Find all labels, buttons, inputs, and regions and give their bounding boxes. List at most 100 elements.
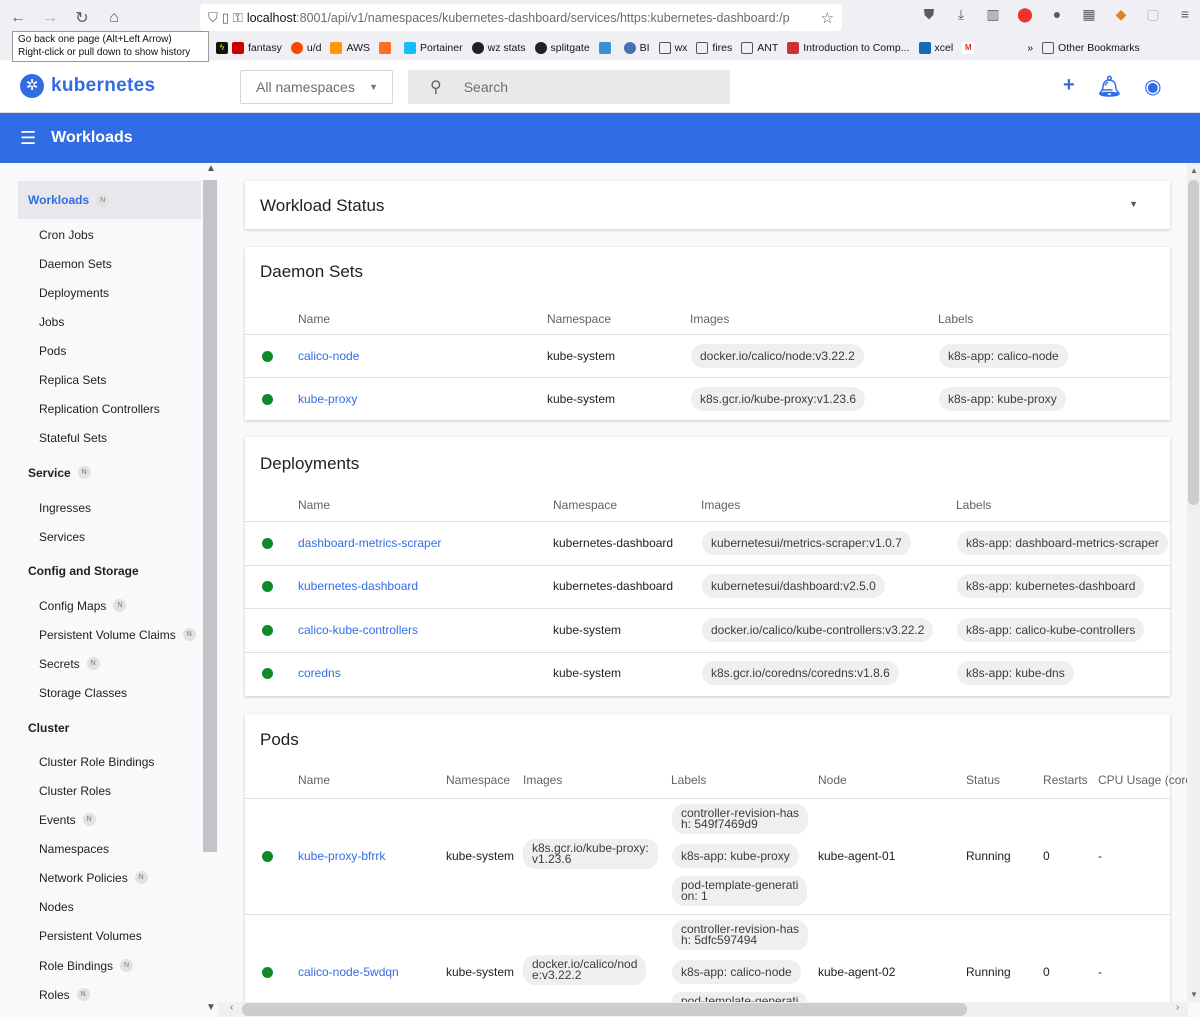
page-scrollbar-thumb[interactable] [1188, 180, 1199, 505]
bookmark-item[interactable]: u/d [290, 42, 321, 54]
sidebar-item[interactable]: Services [39, 522, 85, 551]
other-bookmarks[interactable]: Other Bookmarks [1042, 42, 1140, 54]
sidebar-item[interactable]: Network Policies N [39, 863, 148, 892]
namespace-select[interactable]: All namespaces ▼ [240, 70, 393, 104]
sidebar-item[interactable]: Cluster [28, 713, 69, 742]
sidebar: Workloads N Cron Jobs Daemon Sets Deployment… [0, 163, 218, 1017]
sidebar-item[interactable]: Persistent Volumes [39, 921, 142, 950]
sidebar-item[interactable]: Daemon Sets [39, 249, 112, 278]
sidebar-item[interactable]: Service N [28, 458, 91, 487]
sidebar-item[interactable]: Ingresses [39, 493, 91, 522]
scroll-left-icon[interactable]: ‹ [230, 1002, 233, 1013]
bookmark-item[interactable]: BI [623, 42, 650, 54]
bookmark-item[interactable]: Portainer [404, 42, 463, 54]
menu-icon[interactable]: ≡ [1174, 6, 1196, 23]
resource-name-link[interactable]: calico-kube-controllers [298, 623, 418, 637]
sidebar-item[interactable]: Nodes [39, 892, 74, 921]
scroll-up-icon[interactable]: ▲ [206, 163, 216, 174]
horizontal-scrollbar-thumb[interactable] [242, 1003, 967, 1016]
resource-name-link[interactable]: dashboard-metrics-scraper [298, 536, 441, 550]
account-icon[interactable]: ◉ [1144, 74, 1161, 99]
expand-caret-icon[interactable]: ▼ [1129, 199, 1138, 209]
pocket-icon[interactable]: ⛊ [918, 6, 940, 23]
metamask-icon[interactable]: ◆ [1110, 6, 1132, 23]
overflow-chevron-icon[interactable]: » [1027, 42, 1033, 54]
sidebar-item[interactable]: Deployments [39, 278, 109, 307]
sidebar-item[interactable]: Stateful Sets [39, 423, 107, 452]
sidebar-item[interactable]: Replication Controllers [39, 394, 160, 423]
sidebar-scrollbar-thumb[interactable] [203, 180, 217, 852]
sidebar-item[interactable]: Namespaces [39, 834, 109, 863]
scroll-down-icon[interactable]: ▼ [1190, 990, 1198, 999]
bookmark-icon [232, 42, 244, 54]
scroll-down-icon[interactable]: ▼ [206, 1002, 216, 1013]
column-header: CPU Usage (core [1098, 773, 1193, 787]
bookmark-item[interactable]: xcel [918, 42, 953, 54]
pod-name-link[interactable]: calico-node-5wdqn [298, 965, 399, 979]
extension-icon[interactable]: ● [1046, 6, 1068, 23]
bolt-icon[interactable]: ϟ [216, 42, 228, 54]
sidebar-item[interactable]: Cluster Roles [39, 776, 111, 805]
resource-name-link[interactable]: calico-node [298, 349, 359, 363]
resource-name-link[interactable]: kubernetes-dashboard [298, 579, 418, 593]
extension2-icon[interactable]: ▦ [1078, 6, 1100, 23]
bookmark-item[interactable]: AWS [330, 42, 370, 54]
bookmark-folder[interactable]: fires [696, 42, 732, 54]
sidebar-item-label: Daemon Sets [39, 256, 112, 271]
sidebar-item[interactable]: Storage Classes [39, 678, 127, 707]
bookmark-folder[interactable]: wx [658, 42, 687, 54]
resource-name-link[interactable]: coredns [298, 666, 341, 680]
notifications-bell-icon[interactable]: 🔔︎ [1097, 74, 1122, 99]
sidebar-item[interactable]: Jobs [39, 307, 64, 336]
sidebar-item[interactable]: Cron Jobs [39, 220, 94, 249]
resource-name-link[interactable]: kube-proxy [298, 392, 357, 406]
sidebar-item-label: Events [39, 812, 76, 827]
bookmark-item[interactable]: Introduction to Comp... [787, 42, 910, 54]
sidebar-item[interactable]: Events N [39, 805, 96, 834]
bookmark-item[interactable]: fantasy [232, 42, 282, 54]
sidebar-item[interactable]: Cluster Role Bindings [39, 747, 154, 776]
sidebar-item[interactable]: Config and Storage [28, 556, 139, 585]
download-icon[interactable]: ⤓ [950, 6, 972, 23]
sidebar-item[interactable]: Persistent Volume Claims N [39, 620, 196, 649]
bookmark-item[interactable] [598, 42, 615, 54]
column-header: Labels [938, 312, 974, 326]
hamburger-menu-icon[interactable]: ☰ [20, 128, 36, 149]
sidebar-item[interactable]: Roles N [39, 980, 90, 1009]
sidebar-item[interactable]: Role Bindings N [39, 951, 134, 980]
sidebar-item[interactable]: Workloads N [18, 181, 201, 219]
pods-card: Pods Name Namespace Images Labels Node Status… [245, 714, 1192, 1017]
status-ok-icon [262, 668, 273, 679]
adblock-icon[interactable]: ⬤ [1014, 6, 1036, 23]
bookmark-item[interactable]: wz stats [471, 42, 526, 54]
sidebar-item[interactable]: Pods [39, 336, 66, 365]
home-icon[interactable]: ⌂ [100, 4, 128, 32]
bookmark-item[interactable]: splitgate [534, 42, 590, 54]
bookmark-folder[interactable]: ANT [741, 42, 778, 54]
column-header: Images [690, 312, 730, 326]
sidebar-item[interactable]: Secrets N [39, 649, 100, 678]
reader-icon[interactable]: ▥ [982, 6, 1004, 23]
reload-icon[interactable]: ↻ [68, 4, 96, 32]
kubernetes-logo[interactable]: ✲ kubernetes [20, 74, 155, 98]
image-chip: docker.io/calico/node:v3.22.2 [691, 343, 864, 368]
workload-status-card[interactable]: Workload Status ▼ [245, 181, 1170, 229]
bookmark-star-icon[interactable]: ☆ [821, 9, 834, 27]
extension3-icon[interactable]: ▢ [1142, 6, 1164, 23]
url-bar[interactable]: ⛉ ▯ ⚿ localhost:8001/api/v1/namespaces/k… [200, 4, 842, 31]
bookmark-item[interactable] [379, 42, 395, 54]
scroll-right-icon[interactable]: › [1176, 1002, 1179, 1013]
sidebar-item[interactable]: Replica Sets [39, 365, 106, 394]
bookmark-item[interactable]: M [962, 42, 978, 54]
scroll-up-icon[interactable]: ▲ [1190, 166, 1198, 175]
namespaced-badge: N [77, 466, 91, 479]
column-header: Node [818, 773, 847, 787]
sidebar-item[interactable]: Config Maps N [39, 591, 127, 620]
forward-icon[interactable]: → [36, 4, 64, 32]
image-chip: docker.io/calico/kube-controllers:v3.22.… [702, 617, 934, 642]
back-icon[interactable]: ← [4, 4, 32, 32]
url-text: localhost:8001/api/v1/namespaces/kuberne… [246, 10, 790, 25]
search-input[interactable]: ⚲ Search [408, 70, 730, 104]
create-plus-icon[interactable]: + [1063, 74, 1075, 99]
pod-name-link[interactable]: kube-proxy-bfrrk [298, 849, 385, 863]
